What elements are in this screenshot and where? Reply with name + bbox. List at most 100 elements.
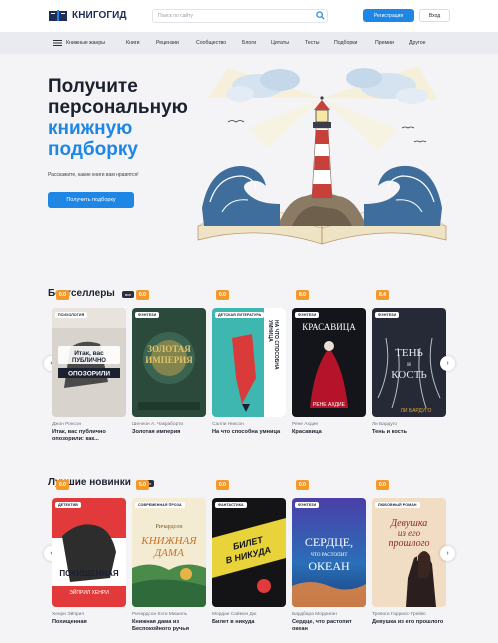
book-author[interactable]: Мордан Саймон Дж. — [212, 612, 257, 617]
get-collection-button[interactable]: Получить подборку — [48, 192, 134, 208]
svg-text:ПОХИЩЕННАЯ: ПОХИЩЕННАЯ — [59, 569, 119, 578]
rating-badge: 0.0 — [216, 290, 229, 300]
book-author[interactable]: Бардбара Морриган — [292, 612, 337, 617]
book-cover[interactable]: ПОХИЩЕННАЯ ЭЙПРИЛ ХЕНРИ — [52, 498, 126, 607]
genre-tag: ПСИХОЛОГИЯ — [55, 312, 88, 318]
book-author[interactable]: Салли Никсон — [212, 422, 244, 427]
rating-badge: 8.4 — [376, 290, 389, 300]
bestsellers-all-link[interactable]: все — [122, 291, 135, 298]
register-button[interactable]: Регистрация — [363, 9, 414, 22]
bestsellers-next-arrow[interactable]: › — [440, 356, 455, 371]
rating-badge: 8.0 — [296, 290, 309, 300]
book-author[interactable]: Тревоги Гарриос-Грейвс — [372, 612, 426, 617]
site-logo[interactable]: КНИГОГИД — [48, 9, 127, 22]
rating-badge: 0.0 — [376, 480, 389, 490]
chevron-right-icon: › — [446, 550, 449, 557]
rating-badge: 0.0 — [216, 480, 229, 490]
chevron-right-icon: › — [446, 360, 449, 367]
svg-text:Итак, вас: Итак, вас — [74, 350, 104, 357]
svg-text:и: и — [407, 360, 411, 368]
genre-tag: ФАНТАСТИКА — [215, 502, 247, 508]
svg-text:ДАМА: ДАМА — [153, 547, 184, 559]
book-title[interactable]: На что способна умница — [212, 429, 286, 436]
nav-awards[interactable]: Премии — [375, 40, 394, 46]
book-author[interactable]: Рене Ахдие — [292, 422, 318, 427]
book-title[interactable]: Тень и кость — [372, 429, 446, 436]
nav-reviews[interactable]: Рецензии — [156, 40, 179, 46]
search-input[interactable] — [152, 9, 328, 23]
hero-title: Получите персональную книжную подборку — [48, 76, 188, 160]
svg-text:СЕРДЦЕ,: СЕРДЦЕ, — [305, 535, 353, 549]
book-title[interactable]: Красавица — [292, 429, 366, 436]
book-title[interactable]: Похищенная — [52, 619, 126, 626]
book-cover[interactable]: ТЕНЬ и КОСТЬ ЛИ БАРДУГО — [372, 308, 446, 417]
book-cover[interactable]: ЗОЛОТАЯ ИМПЕРИЯ — [132, 308, 206, 417]
genre-tag: ФЭНТЕЗИ — [375, 312, 400, 318]
genre-tag: ЛЮБОВНЫЙ РОМАН — [375, 502, 420, 508]
rating-badge: 0.0 — [296, 480, 309, 490]
book-cover[interactable]: Девушка из его прошлого — [372, 498, 446, 607]
svg-text:ПУБЛИЧНО: ПУБЛИЧНО — [72, 358, 106, 364]
book-title[interactable]: Сердце, что растопит океан — [292, 619, 366, 633]
nav-tests[interactable]: Тесты — [305, 40, 319, 46]
svg-text:ОПОЗОРИЛИ: ОПОЗОРИЛИ — [68, 371, 110, 378]
book-cover[interactable]: КРАСАВИЦА РЕНЕ АХДИЕ — [292, 308, 366, 417]
genre-tag: ФЭНТЕЗИ — [295, 312, 320, 318]
book-cover[interactable]: НА ЧТО СПОСОБНА УМНИЦА — [212, 308, 286, 417]
nav-blogs[interactable]: Блоги — [242, 40, 256, 46]
nav-genres[interactable]: Книжные жанры — [66, 40, 105, 46]
svg-text:прошлого: прошлого — [389, 538, 430, 549]
genre-tag: ФЭНТЕЗИ — [135, 312, 160, 318]
nav-community[interactable]: Сообщество — [196, 40, 226, 46]
rating-badge: 0.0 — [136, 290, 149, 300]
genre-tag: ДЕТЕКТИВ — [55, 502, 82, 508]
book-author[interactable]: Джон Ронсон — [52, 422, 81, 427]
svg-text:КНИЖНАЯ: КНИЖНАЯ — [140, 535, 197, 547]
genre-tag: СОВРЕМЕННАЯ ПРОЗА — [135, 502, 185, 508]
svg-text:КРАСАВИЦА: КРАСАВИЦА — [302, 322, 356, 332]
lighthouse-book-illustration — [197, 66, 447, 245]
book-cover[interactable]: Ричардсон КНИЖНАЯ ДАМА — [132, 498, 206, 607]
svg-text:КОСТЬ: КОСТЬ — [391, 369, 427, 381]
top-header: КНИГОГИД Регистрация Вход — [0, 0, 498, 32]
genre-tag: ФЭНТЕЗИ — [295, 502, 320, 508]
hero-title-line-accent: подборку — [48, 139, 138, 160]
svg-text:ОКЕАН: ОКЕАН — [308, 559, 350, 573]
nav-books[interactable]: Книги — [126, 40, 140, 46]
hero-subtitle: Расскажите, какие книги вам нравятся! — [48, 172, 139, 178]
svg-text:ТЕНЬ: ТЕНЬ — [395, 347, 423, 359]
nav-collections[interactable]: Подборки — [334, 40, 357, 46]
book-title[interactable]: Итак, вас публично опозорили: как... — [52, 429, 126, 443]
svg-text:РЕНЕ АХДИЕ: РЕНЕ АХДИЕ — [313, 402, 346, 408]
book-title[interactable]: Книжная дама из Беспокойного ручья — [132, 619, 206, 633]
rating-badge: 5.0 — [136, 480, 149, 490]
svg-text:ЛИ БАРДУГО: ЛИ БАРДУГО — [401, 408, 432, 414]
svg-text:ИМПЕРИЯ: ИМПЕРИЯ — [145, 355, 193, 365]
book-author[interactable]: Шеннон А. Чакраборти — [132, 422, 183, 427]
search-icon[interactable] — [316, 11, 325, 20]
hero-title-line: Получите — [48, 76, 138, 97]
nav-other[interactable]: Другое — [409, 40, 425, 46]
book-title[interactable]: Билет в никуда — [212, 619, 286, 626]
book-author[interactable]: Ричардсон Кэти Мишель — [132, 612, 187, 617]
book-logo-icon — [49, 10, 67, 21]
book-title[interactable]: Золотая империя — [132, 429, 206, 436]
book-title[interactable]: Девушка из его прошлого — [372, 619, 446, 626]
nav-quotes[interactable]: Цитаты — [271, 40, 289, 46]
menu-icon[interactable] — [53, 40, 62, 46]
rating-badge: 0.0 — [56, 480, 69, 490]
svg-text:ЭЙПРИЛ ХЕНРИ: ЭЙПРИЛ ХЕНРИ — [69, 588, 109, 596]
svg-text:из его: из его — [398, 528, 421, 538]
svg-text:ЗОЛОТАЯ: ЗОЛОТАЯ — [147, 344, 191, 354]
book-cover[interactable]: БИЛЕТ В НИКУДА — [212, 498, 286, 607]
new-releases-next-arrow[interactable]: › — [440, 546, 455, 561]
book-cover[interactable]: Итак, вас ПУБЛИЧНО ОПОЗОРИЛИ — [52, 308, 126, 417]
hero-title-line-accent: книжную — [48, 118, 133, 139]
login-button[interactable]: Вход — [419, 9, 450, 22]
book-author[interactable]: Ли Бардуго — [372, 422, 397, 427]
main-nav: Книжные жанры Книги Рецензии Сообщество … — [0, 32, 498, 54]
hero-title-line: персональную — [48, 97, 188, 118]
book-cover[interactable]: СЕРДЦЕ, ЧТО РАСТОПИТ ОКЕАН — [292, 498, 366, 607]
book-author[interactable]: Хенри Эйприл — [52, 612, 84, 617]
logo-text: КНИГОГИД — [72, 10, 127, 21]
